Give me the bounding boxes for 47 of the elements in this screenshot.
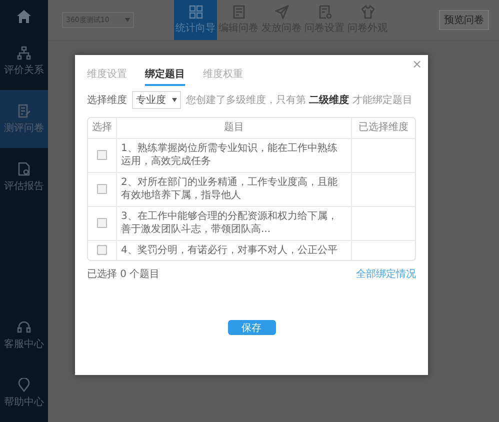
report-icon xyxy=(17,162,31,176)
selected-count: 已选择 0 个题目 xyxy=(87,268,160,281)
toolbar-label: 统计向导 xyxy=(176,22,216,35)
binding-link[interactable]: 全部绑定情况 xyxy=(356,267,416,281)
hint-text: 您创建了多级维度，只有第 二级维度 才能绑定题目 xyxy=(186,93,412,107)
edit-icon xyxy=(232,5,246,19)
dialog-tab[interactable]: 维度设置 xyxy=(87,67,127,86)
sidebar-label: 测评问卷 xyxy=(4,122,44,134)
question-cell: 1、熟练掌握岗位所需专业知识，能在工作中熟练运用，高效完成任务 xyxy=(116,138,351,172)
headset-icon xyxy=(17,320,31,334)
question-cell: 2、对所在部门的业务精通，工作专业度高，且能有效地培养下属，指导他人 xyxy=(116,172,351,206)
toolbar-tab[interactable]: 统计向导 xyxy=(174,0,217,40)
sidebar-item[interactable]: 帮助中心 xyxy=(0,364,48,422)
caret-icon xyxy=(125,18,130,22)
sidebar-item[interactable]: 评估报告 xyxy=(0,148,48,206)
preview-button[interactable]: 预览问卷 xyxy=(439,10,489,30)
checkbox[interactable] xyxy=(97,218,107,228)
dialog-tab[interactable]: 绑定题目 xyxy=(145,67,185,86)
sidebar-item[interactable]: 客服中心 xyxy=(0,306,48,364)
sidebar-label: 客服中心 xyxy=(4,338,44,350)
hierarchy-icon xyxy=(17,46,31,60)
home-icon[interactable] xyxy=(17,10,31,22)
dialog-tab[interactable]: 维度权重 xyxy=(203,67,243,86)
paper-plane-icon xyxy=(274,5,288,19)
sidebar-label: 帮助中心 xyxy=(4,396,44,408)
checkbox[interactable] xyxy=(97,150,107,160)
caret-icon xyxy=(172,98,177,102)
close-button[interactable]: × xyxy=(412,57,422,71)
sidebar-item[interactable]: 测评问卷 xyxy=(0,90,48,148)
sidebar-label: 评估报告 xyxy=(4,180,44,192)
grid-icon xyxy=(188,5,202,19)
document-edit-icon xyxy=(17,104,31,118)
location-pin-icon xyxy=(17,378,31,392)
sidebar-label: 评价关系 xyxy=(4,64,44,76)
form-settings-icon xyxy=(318,5,332,19)
question-cell: 4、奖罚分明，有诺必行，对事不对人，公正公平 xyxy=(116,240,351,260)
shirt-icon xyxy=(360,5,374,19)
checkbox[interactable] xyxy=(97,245,107,256)
question-cell: 3、在工作中能够合理的分配资源和权力给下属，善于激发团队斗志，带领团队高... xyxy=(116,206,351,240)
column-header: 题目 xyxy=(116,118,351,138)
sidebar-item[interactable]: 评价关系 xyxy=(0,32,48,90)
column-header: 选择 xyxy=(91,120,113,135)
column-header: 已选择维度 xyxy=(351,118,415,138)
save-button[interactable]: 保存 xyxy=(228,320,276,335)
checkbox[interactable] xyxy=(97,184,107,194)
filter-label: 选择维度 xyxy=(87,94,127,107)
dimension-select[interactable]: 专业度 xyxy=(132,91,181,109)
